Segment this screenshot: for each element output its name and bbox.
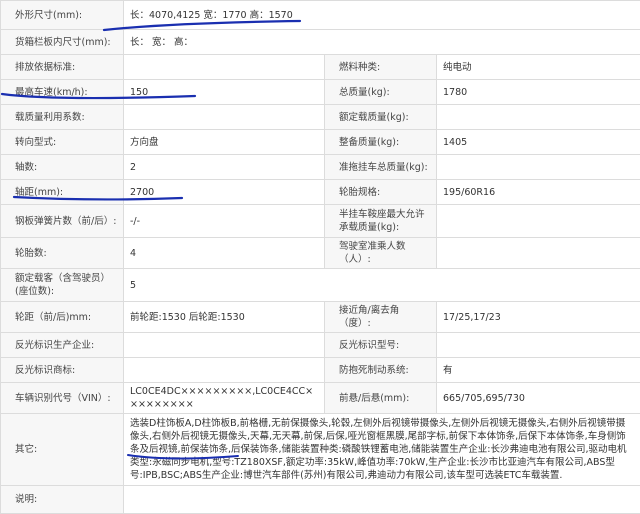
spec-value xyxy=(124,105,325,130)
spec-label: 总质量(kg): xyxy=(325,80,437,105)
spec-value: LC0CE4DC×××××××××,LC0CE4CC××××××××× xyxy=(124,383,325,414)
spec-value: 2700 xyxy=(124,180,325,205)
spec-value xyxy=(437,333,640,358)
spec-value: -/- xyxy=(124,205,325,238)
spec-value xyxy=(437,105,640,130)
spec-value: 1780 xyxy=(437,80,640,105)
spec-label: 燃料种类: xyxy=(325,55,437,80)
spec-value: 5 xyxy=(124,269,640,302)
spec-label: 反光标识商标: xyxy=(1,358,124,383)
spec-label: 前悬/后悬(mm): xyxy=(325,383,437,414)
spec-label: 反光标识生产企业: xyxy=(1,333,124,358)
spec-value: 方向盘 xyxy=(124,130,325,155)
spec-label: 轮胎规格: xyxy=(325,180,437,205)
other-text: 选装D柱饰板A,D柱饰板B,前格栅,无前保摄像头,轮毂,左侧外后视镜带摄像头,左… xyxy=(124,414,640,486)
spec-label: 准拖挂车总质量(kg): xyxy=(325,155,437,180)
spec-label: 转向型式: xyxy=(1,130,124,155)
spec-value xyxy=(124,55,325,80)
spec-label: 外形尺寸(mm): xyxy=(1,1,124,30)
description-label: 说明: xyxy=(1,486,124,514)
spec-label: 额定载客（含驾驶员）(座位数): xyxy=(1,269,124,302)
spec-row: 排放依据标准: 燃料种类: 纯电动 xyxy=(1,55,640,80)
spec-label: 排放依据标准: xyxy=(1,55,124,80)
spec-row-seats: 额定载客（含驾驶员）(座位数): 5 xyxy=(1,269,640,302)
spec-row-other: 其它: 选装D柱饰板A,D柱饰板B,前格栅,无前保摄像头,轮毂,左侧外后视镜带摄… xyxy=(1,414,640,486)
spec-label: 载质量利用系数: xyxy=(1,105,124,130)
spec-label: 轴距(mm): xyxy=(1,180,124,205)
spec-value: 2 xyxy=(124,155,325,180)
spec-row: 轮距（前/后)mm: 前轮距:1530 后轮距:1530 接近角/离去角（度）:… xyxy=(1,302,640,333)
spec-row: 载质量利用系数: 额定载质量(kg): xyxy=(1,105,640,130)
spec-value xyxy=(437,205,640,238)
spec-value: 17/25,17/23 xyxy=(437,302,640,333)
spec-value xyxy=(437,155,640,180)
spec-value xyxy=(437,238,640,269)
spec-value: 195/60R16 xyxy=(437,180,640,205)
spec-label: 驾驶室准乘人数（人）: xyxy=(325,238,437,269)
spec-row: 轴数: 2 准拖挂车总质量(kg): xyxy=(1,155,640,180)
spec-label: 轮距（前/后)mm: xyxy=(1,302,124,333)
spec-value: 1405 xyxy=(437,130,640,155)
spec-row-description: 说明: xyxy=(1,486,640,514)
spec-label: 额定载质量(kg): xyxy=(325,105,437,130)
vehicle-spec-table: 外形尺寸(mm): 长：4070,4125 宽：1770 高：1570 货箱栏板… xyxy=(0,0,640,514)
spec-label: 最高车速(km/h): xyxy=(1,80,124,105)
spec-label: 车辆识别代号（VIN）: xyxy=(1,383,124,414)
spec-row-dimensions: 外形尺寸(mm): 长：4070,4125 宽：1770 高：1570 xyxy=(1,1,640,30)
spec-row: 轮胎数: 4 驾驶室准乘人数（人）: xyxy=(1,238,640,269)
spec-row-cargo-box: 货箱栏板内尺寸(mm): 长： 宽： 高： xyxy=(1,30,640,55)
spec-row: 反光标识生产企业: 反光标识型号: xyxy=(1,333,640,358)
spec-row: 转向型式: 方向盘 整备质量(kg): 1405 xyxy=(1,130,640,155)
spec-label: 轮胎数: xyxy=(1,238,124,269)
spec-label: 接近角/离去角（度）: xyxy=(325,302,437,333)
spec-label: 防抱死制动系统: xyxy=(325,358,437,383)
spec-value xyxy=(124,358,325,383)
spec-row-vin: 车辆识别代号（VIN）: LC0CE4DC×××××××××,LC0CE4CC×… xyxy=(1,383,640,414)
spec-row: 反光标识商标: 防抱死制动系统: 有 xyxy=(1,358,640,383)
spec-row: 最高车速(km/h): 150 总质量(kg): 1780 xyxy=(1,80,640,105)
spec-value: 4 xyxy=(124,238,325,269)
spec-label: 整备质量(kg): xyxy=(325,130,437,155)
spec-label: 半挂车鞍座最大允许承载质量(kg): xyxy=(325,205,437,238)
description-text xyxy=(124,486,640,514)
spec-value: 长： 宽： 高： xyxy=(124,30,640,55)
spec-value: 150 xyxy=(124,80,325,105)
other-label: 其它: xyxy=(1,414,124,486)
spec-value: 纯电动 xyxy=(437,55,640,80)
spec-value: 前轮距:1530 后轮距:1530 xyxy=(124,302,325,333)
spec-row: 轴距(mm): 2700 轮胎规格: 195/60R16 xyxy=(1,180,640,205)
spec-row: 钢板弹簧片数（前/后）: -/- 半挂车鞍座最大允许承载质量(kg): xyxy=(1,205,640,238)
spec-value: 665/705,695/730 xyxy=(437,383,640,414)
spec-label: 货箱栏板内尺寸(mm): xyxy=(1,30,124,55)
spec-value: 有 xyxy=(437,358,640,383)
spec-value xyxy=(124,333,325,358)
spec-label: 钢板弹簧片数（前/后）: xyxy=(1,205,124,238)
spec-label: 反光标识型号: xyxy=(325,333,437,358)
spec-value: 长：4070,4125 宽：1770 高：1570 xyxy=(124,1,640,30)
spec-label: 轴数: xyxy=(1,155,124,180)
